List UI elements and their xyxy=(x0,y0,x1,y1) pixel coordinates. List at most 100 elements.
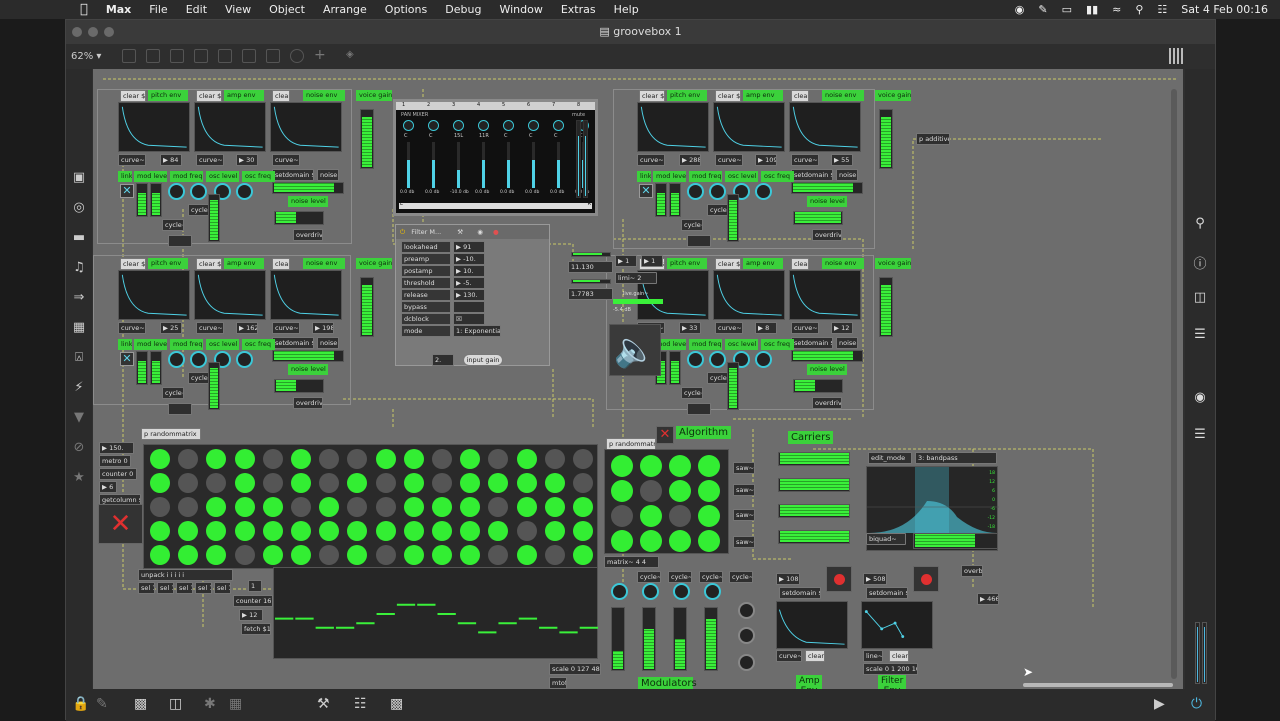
seq-cell[interactable] xyxy=(573,545,593,565)
noise-level-button[interactable]: noise level xyxy=(807,364,847,375)
limiter-control-b[interactable]: ▶ 1 xyxy=(641,255,663,267)
scale-object[interactable]: scale 0 127 48 72 xyxy=(549,663,601,675)
seq-cell[interactable] xyxy=(488,449,509,469)
seq-cell[interactable] xyxy=(460,449,481,469)
minimize-window-button[interactable] xyxy=(88,27,98,37)
param-value-lookahead[interactable]: ▶ 91 xyxy=(453,241,485,253)
filter-envelope-function[interactable] xyxy=(861,601,933,649)
windows-icon[interactable]: ◫ xyxy=(169,696,182,712)
voice-knob-4[interactable] xyxy=(236,183,253,200)
seq-cell[interactable] xyxy=(347,449,368,469)
link-toggle[interactable]: ✕ xyxy=(120,352,134,366)
wifi-icon[interactable]: ≈ xyxy=(1112,3,1121,16)
search-icon[interactable]: ⚲ xyxy=(1192,216,1208,232)
pitch-env-button[interactable]: pitch env xyxy=(148,90,188,101)
seq-cell[interactable] xyxy=(516,521,537,541)
limiter-object[interactable]: limi~ 2 xyxy=(615,272,657,284)
seq-cell[interactable] xyxy=(544,497,565,517)
saw-object-4[interactable]: saw~ xyxy=(733,536,755,548)
seq-cell[interactable] xyxy=(262,521,283,541)
noise-envelope-function[interactable] xyxy=(270,270,342,320)
package-icon[interactable]: ▣ xyxy=(71,170,87,186)
fm-matrix[interactable] xyxy=(604,449,729,554)
seq-cell[interactable] xyxy=(375,497,396,517)
fm-matrix-cell[interactable] xyxy=(669,530,691,552)
noise-meter[interactable] xyxy=(791,350,863,362)
console-icon[interactable]: ▬ xyxy=(71,230,87,246)
fader-2[interactable] xyxy=(432,142,435,188)
pitch-envelope-function[interactable] xyxy=(637,102,709,152)
voice-knob-4[interactable] xyxy=(236,351,253,368)
sel-object[interactable]: sel 1 xyxy=(195,582,212,594)
mod-level-button[interactable]: mod level xyxy=(134,339,167,350)
info-icon[interactable]: ⓘ xyxy=(1192,253,1208,272)
curve-object-2[interactable]: curve~ xyxy=(196,154,224,166)
sel-object[interactable]: sel 1 xyxy=(176,582,193,594)
small-number-box[interactable] xyxy=(168,235,192,247)
limiter-control-a[interactable]: ▶ 1 xyxy=(615,255,637,267)
link-button[interactable]: link xyxy=(637,171,651,182)
modulator-level-2[interactable] xyxy=(642,607,656,671)
voice-knob-1[interactable] xyxy=(687,183,704,200)
seq-cell[interactable] xyxy=(403,545,424,565)
lock-toggle-icon[interactable] xyxy=(122,49,136,63)
carrier-level-3[interactable] xyxy=(778,504,850,518)
seq-cell[interactable] xyxy=(291,473,311,493)
fader-3[interactable] xyxy=(457,142,460,188)
param-value-bypass[interactable] xyxy=(453,301,485,313)
param-value-threshold[interactable]: ▶ -5. xyxy=(453,277,485,289)
record-icon[interactable]: ◉ xyxy=(1015,3,1025,16)
mod-level-slider-2[interactable] xyxy=(669,351,681,385)
noise-meter[interactable] xyxy=(272,182,344,194)
amp-envelope-function[interactable] xyxy=(713,270,785,320)
seq-cell[interactable] xyxy=(262,497,283,517)
patcher-canvas[interactable]: clear $1pitch envclear $1amp envclearnoi… xyxy=(93,69,1183,699)
close-window-button[interactable] xyxy=(72,27,82,37)
number-box-2[interactable]: ▶ 162 xyxy=(236,322,258,334)
noise-level-button[interactable]: noise level xyxy=(288,196,328,207)
apple-menu-icon[interactable]:  xyxy=(80,2,88,17)
line-object[interactable]: line~ xyxy=(863,650,883,662)
number-box-2[interactable]: ▶ 30 xyxy=(236,154,258,166)
add-object-icon[interactable]: + xyxy=(314,48,328,63)
hidden-icon[interactable]: ✱ xyxy=(204,696,216,712)
object-box-icon[interactable] xyxy=(194,49,208,63)
curve-object-2[interactable]: curve~ xyxy=(196,322,224,334)
pitch-envelope-function[interactable] xyxy=(118,102,190,152)
audio-power-icon[interactable]: ⏻ xyxy=(1191,696,1202,712)
modulator-level-4[interactable] xyxy=(704,607,718,671)
seq-cell[interactable] xyxy=(488,521,509,541)
clear-amp-message[interactable]: clear $1 xyxy=(196,258,222,270)
counter16-object[interactable]: counter 16 1 xyxy=(233,595,273,607)
comment-bubble-icon[interactable]: ▩ xyxy=(134,696,147,712)
number-12[interactable]: ▶ 12 xyxy=(239,609,263,621)
fader-4[interactable] xyxy=(482,142,485,188)
seq-cell[interactable] xyxy=(319,449,340,469)
number-box-1[interactable]: ▶ 84 xyxy=(160,154,182,166)
setdomain-message[interactable]: setdomain $1 xyxy=(272,337,314,349)
voice-knob-2[interactable] xyxy=(709,351,726,368)
seq-cell[interactable] xyxy=(178,497,199,517)
voice-knob-1[interactable] xyxy=(168,183,185,200)
param-value-release[interactable]: ▶ 130. xyxy=(453,289,485,301)
seq-cell[interactable] xyxy=(347,545,368,565)
edit-icon[interactable]: ✎ xyxy=(1038,3,1047,16)
seq-cell[interactable] xyxy=(488,473,509,493)
clear-pitch-message[interactable]: clear $1 xyxy=(120,258,146,270)
voice-knob-1[interactable] xyxy=(168,351,185,368)
small-number-box[interactable] xyxy=(687,235,711,247)
menu-edit[interactable]: Edit xyxy=(186,3,207,16)
play-icon[interactable]: ▶ xyxy=(1154,696,1165,712)
fm-matrix-cell[interactable] xyxy=(611,455,633,477)
fm-matrix-cell[interactable] xyxy=(640,455,662,477)
p-additive[interactable]: p additive xyxy=(916,133,950,145)
seq-cell[interactable] xyxy=(234,521,255,541)
pan-knob-7[interactable] xyxy=(553,120,564,131)
modulator-knob-3[interactable] xyxy=(673,583,690,600)
link-toggle[interactable]: ✕ xyxy=(120,184,134,198)
snapshot-camera-icon[interactable]: ◉ xyxy=(1192,390,1208,406)
mod-level-button[interactable]: mod level xyxy=(134,171,167,182)
curve-object-3[interactable]: curve~ xyxy=(272,154,300,166)
sel-object[interactable]: sel 1 xyxy=(214,582,231,594)
seq-cell[interactable] xyxy=(178,449,199,469)
